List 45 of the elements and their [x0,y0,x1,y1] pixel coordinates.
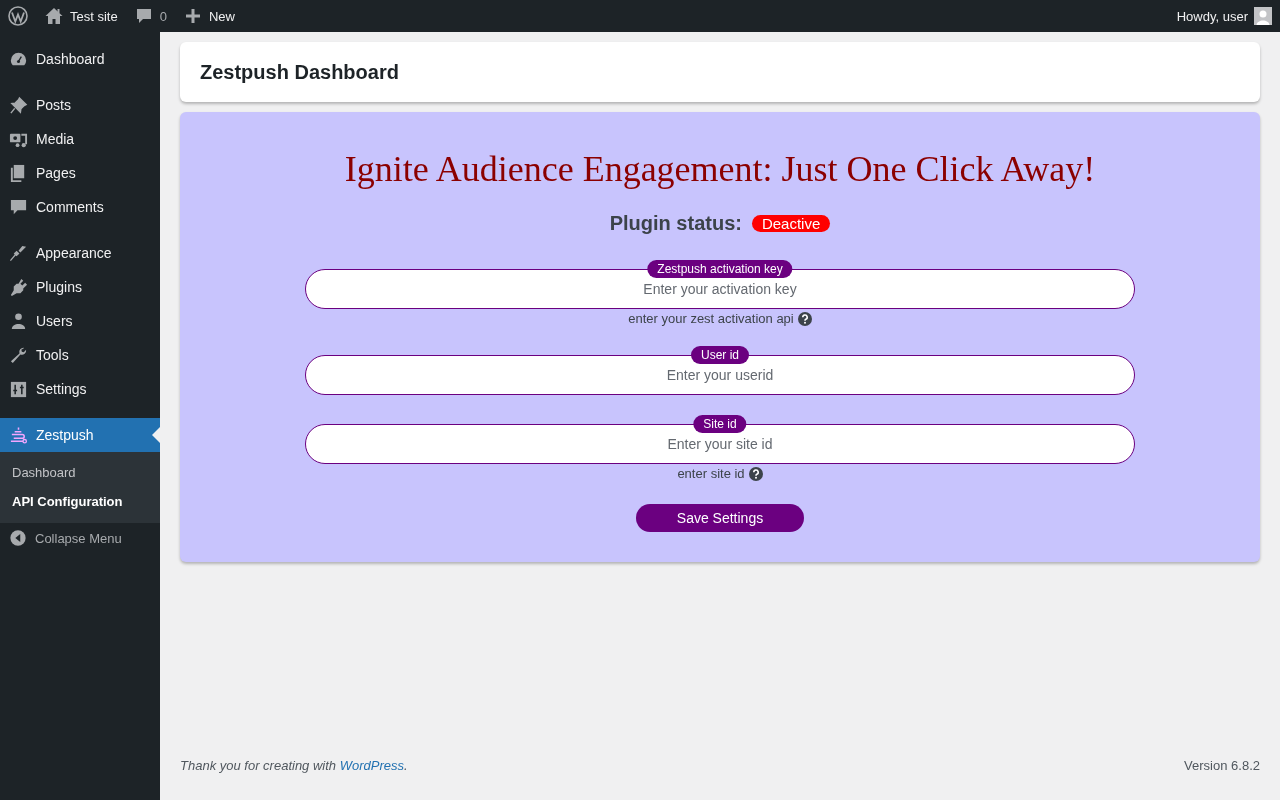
wordpress-link[interactable]: WordPress [339,758,404,773]
logo-icon [8,6,28,26]
wrench-icon [9,345,28,365]
account-link[interactable]: Howdy, user [1168,0,1280,32]
help-text: enter site id [677,466,745,481]
pointer-icon [152,427,160,443]
sidebar-item[interactable]: Appearance [0,236,160,270]
sidebar-item[interactable]: Comments [0,190,160,224]
plug-icon [9,277,28,297]
field-label: User id [691,346,749,364]
heading: Ignite Audience Engagement: Just One Click Away! [344,148,1096,190]
save-button[interactable]: Save Settings [636,504,804,532]
submenu-item[interactable]: API Configuration [0,487,160,516]
help-icon [748,466,763,481]
sidebar-item[interactable]: Pages [0,156,160,190]
sidebar-item[interactable]: Plugins [0,270,160,304]
footer-text: Thank you for creating with WordPress. [180,758,408,773]
collapse-menu-button[interactable]: Collapse Menu [0,523,160,547]
status-label: Plugin status: [609,212,742,235]
field-label: Zestpush activation key [647,260,793,278]
wave-icon [9,425,28,445]
new-link[interactable]: New [174,0,243,32]
avatar-icon [1254,7,1272,25]
sidebar-item[interactable]: Media [0,122,160,156]
page-title: Zestpush Dashboard [200,60,399,84]
collapse-icon [9,529,27,547]
brush-icon [9,243,28,263]
comments-link[interactable]: 0 [125,0,175,32]
sidebar-item[interactable]: Zestpush [0,418,160,452]
sliders-icon [9,379,28,399]
pin-icon [9,95,28,115]
person-icon [9,311,28,331]
sidebar-item[interactable]: Users [0,304,160,338]
sidebar-item[interactable]: Dashboard [0,42,160,76]
field-label: Site id [693,415,747,433]
sidebar-item[interactable]: Tools [0,338,160,372]
submenu-item[interactable]: Dashboard [0,458,160,487]
status-badge: Deactive [751,215,831,232]
version-text: Version 6.8.2 [1184,758,1260,773]
sidebar-item[interactable]: Settings [0,372,160,406]
help-text: enter your zest activation api [628,311,794,326]
sidebar-item[interactable]: Posts [0,88,160,122]
help-icon [797,311,812,326]
home-icon [44,6,64,26]
site-link[interactable]: Test site [36,0,126,32]
